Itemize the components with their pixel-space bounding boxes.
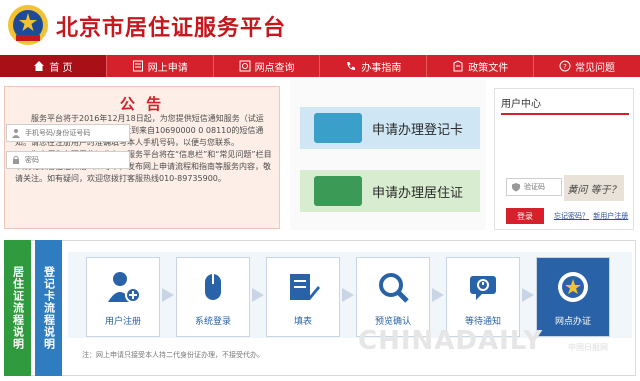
svg-text:?: ? [563, 63, 567, 71]
nav-label: 首 页 [49, 62, 73, 74]
apply-registration-card-button[interactable]: 申请办理登记卡 [300, 107, 480, 149]
login-button[interactable]: 登录 [506, 208, 544, 224]
policy-icon [453, 60, 463, 72]
username-field[interactable] [6, 124, 130, 142]
watermark-logo: CHINADAILY [358, 326, 544, 356]
nav-item-home[interactable]: 首 页 [0, 55, 107, 77]
preview-icon [379, 273, 409, 303]
tab-residence-permit-process[interactable]: 居住证流程说明 [4, 240, 31, 376]
apply-residence-permit-button[interactable]: 申请办理居住证 [300, 170, 480, 212]
watermark-sub: 中国日报网 [568, 343, 608, 352]
register-link[interactable]: 新用户注册 [593, 212, 628, 220]
card-label: 申请办理登记卡 [372, 122, 464, 138]
captcha-input[interactable] [524, 183, 560, 191]
step-user-register[interactable]: 用户注册 [86, 257, 160, 337]
residence-permit-image [314, 176, 362, 206]
nav-label: 政策文件 [468, 62, 509, 74]
nav-item-online-apply[interactable]: 网上申请 [107, 55, 214, 77]
nav-item-guide[interactable]: 办事指南 [320, 55, 428, 77]
user-add-icon [108, 272, 141, 303]
password-field[interactable] [6, 151, 130, 169]
forgot-password-link[interactable]: 忘记密码？ [554, 212, 589, 220]
arrow-right-icon [432, 288, 444, 302]
nav-item-faq[interactable]: ? 常见问题 [534, 55, 640, 77]
phone-icon [347, 62, 356, 70]
username-input[interactable] [25, 129, 115, 137]
mouse-icon [205, 274, 221, 300]
police-emblem-icon [8, 5, 48, 45]
nav-label: 常见问题 [575, 62, 616, 74]
question-icon: ? [559, 60, 571, 72]
password-input[interactable] [25, 156, 115, 164]
card-label: 申请办理居住证 [372, 185, 464, 201]
user-icon [12, 129, 20, 138]
nav-label: 办事指南 [361, 62, 402, 74]
step-wait-notification[interactable]: 等待通知 [446, 257, 520, 337]
captcha-image[interactable]: 黄问 等于？ [564, 175, 624, 201]
arrow-right-icon [252, 288, 264, 302]
announcement-title: 公 告 [119, 95, 165, 113]
arrow-right-icon [342, 288, 354, 302]
step-label: 系统登录 [194, 317, 231, 327]
login-links: 忘记密码？ 新用户注册 [554, 211, 628, 221]
step-outlet-processing[interactable]: 网点办证 [536, 257, 610, 337]
step-fill-form[interactable]: 填表 [266, 257, 340, 337]
process-note: 注：网上申请只接受本人持二代身份证办理，不接受代办。 [82, 351, 264, 359]
notification-icon [470, 276, 496, 300]
form-icon [132, 60, 143, 72]
site-title: 北京市居住证服务平台 [56, 16, 287, 41]
home-icon [34, 61, 45, 71]
nav-item-policy[interactable]: 政策文件 [427, 55, 535, 77]
user-center-title: 用户中心 [501, 95, 629, 115]
step-label: 网点办证 [554, 317, 591, 327]
nav-item-outlet-search[interactable]: 网点查询 [214, 55, 321, 77]
step-system-login[interactable]: 系统登录 [176, 257, 250, 337]
lock-icon [13, 155, 19, 164]
page-header: 北京市居住证服务平台 [0, 0, 640, 54]
main-nav: 首 页 网上申请 网点查询 办事指南 政策文件 ? 常见问题 [0, 55, 640, 77]
step-label: 填表 [293, 317, 312, 327]
step-label: 用户注册 [104, 317, 141, 327]
nav-label: 网上申请 [147, 62, 188, 74]
arrow-right-icon [162, 288, 174, 302]
police-badge-icon [558, 272, 588, 302]
search-icon [239, 60, 251, 72]
tab-registration-card-process[interactable]: 登记卡流程说明 [35, 240, 62, 376]
nav-label: 网点查询 [254, 62, 295, 74]
edit-form-icon [290, 274, 320, 300]
step-preview-confirm[interactable]: 预览确认 [356, 257, 430, 337]
captcha-field[interactable] [506, 178, 562, 196]
arrow-right-icon [522, 288, 534, 302]
shield-icon [512, 183, 520, 192]
registration-card-image [314, 113, 362, 143]
